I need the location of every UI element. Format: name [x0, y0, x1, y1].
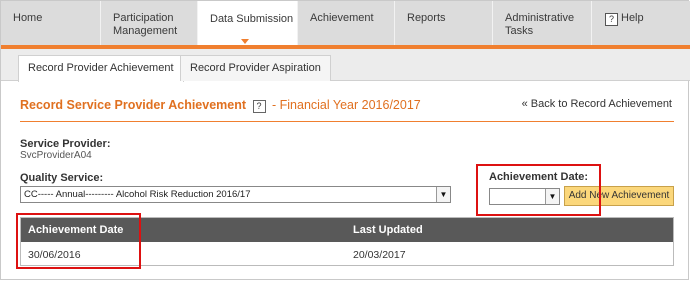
nav-help-label: Help — [621, 12, 644, 24]
quality-service-select[interactable]: CC----- Annual--------- Alcohol Risk Red… — [20, 186, 451, 203]
financial-year: - Financial Year 2016/2017 — [272, 98, 421, 112]
highlight-box-table-date — [16, 213, 141, 269]
nav-administrative-tasks[interactable]: Administrative Tasks — [493, 1, 592, 45]
nav-reports[interactable]: Reports — [395, 1, 493, 45]
page-title-text: Record Service Provider Achievement — [20, 98, 247, 112]
highlight-box-achievement-date — [476, 164, 601, 216]
quality-service-selected: CC----- Annual--------- Alcohol Risk Red… — [24, 189, 251, 200]
nav-home[interactable]: Home — [1, 1, 101, 45]
nav-reports-label: Reports — [407, 12, 446, 24]
help-icon[interactable]: ? — [252, 100, 266, 113]
tab-label: Record Provider Achievement — [28, 62, 174, 74]
nav-participation-label: Participation Management — [113, 12, 178, 37]
quality-service-label: Quality Service: — [20, 172, 104, 184]
service-provider-label: Service Provider: — [20, 138, 111, 150]
nav-data-submission-label: Data Submission — [210, 13, 294, 25]
cell-last-updated: 20/03/2017 — [353, 249, 406, 261]
tab-record-provider-aspiration[interactable]: Record Provider Aspiration — [180, 55, 331, 81]
service-provider-value: SvcProviderA04 — [20, 150, 92, 161]
tab-label: Record Provider Aspiration — [190, 62, 321, 74]
tab-record-provider-achievement[interactable]: Record Provider Achievement — [18, 55, 184, 82]
back-to-record-achievement-link[interactable]: « Back to Record Achievement — [522, 98, 672, 110]
app-frame: Home Participation Management Data Submi… — [0, 0, 690, 280]
title-divider — [20, 121, 674, 122]
chevron-down-icon[interactable]: ▼ — [436, 187, 450, 202]
nav-admin-label: Administrative Tasks — [505, 12, 575, 37]
question-box-icon: ? — [605, 13, 618, 26]
sub-tabs: Record Provider Achievement Record Provi… — [1, 49, 690, 82]
page-title: Record Service Provider Achievement ? - … — [20, 98, 421, 113]
column-header-last-updated[interactable]: Last Updated — [353, 224, 423, 236]
nav-home-label: Home — [13, 12, 43, 24]
nav-help[interactable]: ? Help — [592, 1, 690, 45]
nav-achievement[interactable]: Achievement — [298, 1, 395, 45]
active-tab-caret — [241, 39, 249, 44]
nav-participation-management[interactable]: Participation Management — [101, 1, 198, 45]
nav-achievement-label: Achievement — [310, 12, 374, 24]
top-nav: Home Participation Management Data Submi… — [1, 1, 690, 45]
